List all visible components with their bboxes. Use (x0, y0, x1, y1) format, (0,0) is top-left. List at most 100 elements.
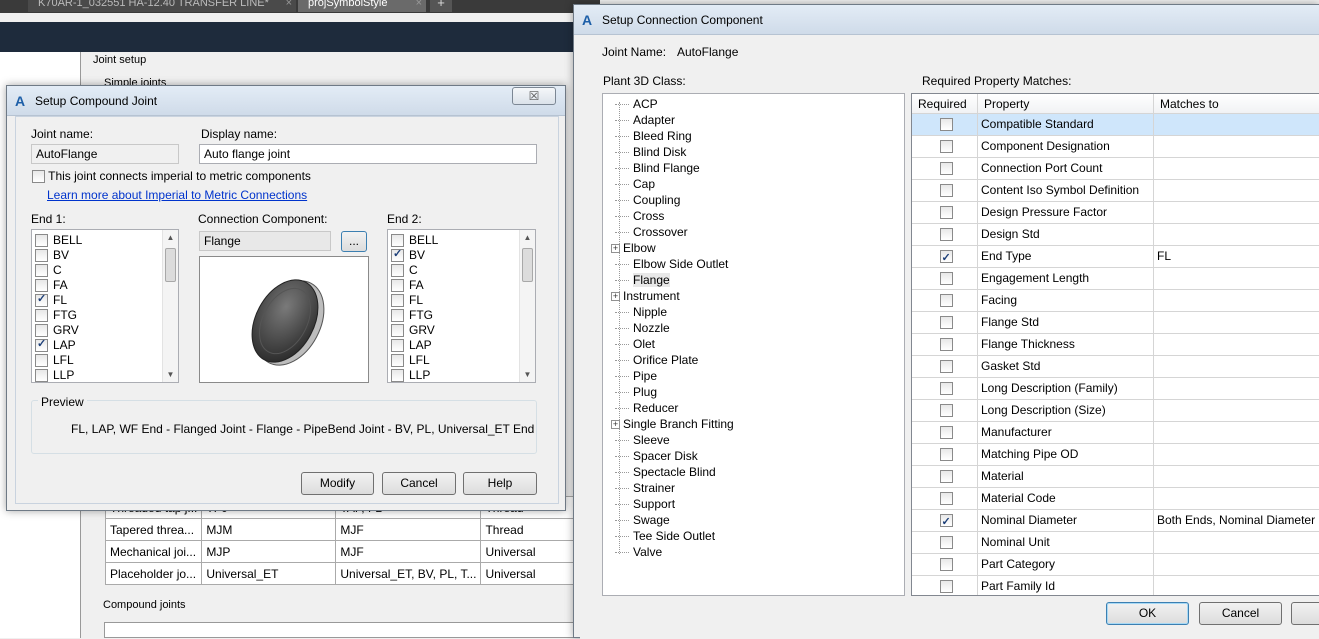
item-checkbox[interactable] (35, 249, 48, 263)
table-row[interactable]: Connection Port Count (912, 158, 1319, 180)
item-checkbox[interactable] (391, 247, 404, 263)
list-item[interactable]: C (388, 263, 535, 278)
tree-node[interactable]: Adapter (603, 112, 675, 128)
required-checkbox[interactable] (939, 492, 953, 506)
tree-node[interactable]: Cap (603, 176, 655, 192)
matches-to-cell[interactable] (1154, 268, 1319, 290)
column-header-required[interactable]: Required (912, 94, 978, 114)
end1-listbox[interactable]: BELLBVCFAFLFTGGRVLAPLFLLLP ▲ ▼ (31, 229, 179, 383)
required-checkbox[interactable] (939, 338, 953, 352)
scroll-down-arrow-icon[interactable]: ▼ (163, 367, 178, 382)
learn-more-link[interactable]: Learn more about Imperial to Metric Conn… (47, 188, 307, 202)
required-checkbox[interactable] (939, 382, 953, 396)
required-cell[interactable] (912, 158, 978, 180)
required-cell[interactable] (912, 510, 978, 532)
tree-node[interactable]: Orifice Plate (603, 352, 698, 368)
item-checkbox[interactable] (391, 264, 404, 278)
table-row[interactable]: Tapered threa... MJM MJF Thread (104, 518, 575, 541)
expand-plus-icon[interactable]: + (611, 292, 620, 302)
required-cell[interactable] (912, 576, 978, 595)
tree-node[interactable]: Strainer (603, 480, 675, 496)
tab-projsymbolstyle[interactable]: projSymbolStyle × (298, 0, 426, 12)
required-cell[interactable] (912, 444, 978, 466)
table-row[interactable]: Content Iso Symbol Definition (912, 180, 1319, 202)
item-checkbox[interactable] (391, 369, 404, 382)
tree-node[interactable]: + Elbow (603, 240, 656, 256)
matches-to-cell[interactable] (1154, 466, 1319, 488)
list-item[interactable]: LLP (32, 368, 178, 382)
tree-node[interactable]: Cross (603, 208, 664, 224)
tree-node[interactable]: Support (603, 496, 675, 512)
required-checkbox[interactable] (939, 140, 953, 154)
item-checkbox[interactable] (35, 324, 48, 338)
scroll-thumb[interactable] (522, 248, 533, 282)
tab-transfer-line-drawing[interactable]: K70AR-1_032551 HA-12.40 TRANSFER LINE* × (28, 0, 296, 12)
scroll-up-arrow-icon[interactable]: ▲ (520, 230, 535, 245)
list-item[interactable]: FL (32, 292, 178, 308)
matches-to-cell[interactable] (1154, 488, 1319, 510)
tree-node[interactable]: Elbow Side Outlet (603, 256, 728, 272)
table-row[interactable]: Design Pressure Factor (912, 202, 1319, 224)
tree-node[interactable]: + Instrument (603, 288, 680, 304)
list-item[interactable]: GRV (32, 323, 178, 338)
item-checkbox[interactable] (35, 337, 48, 353)
scroll-up-arrow-icon[interactable]: ▲ (163, 230, 178, 245)
item-checkbox[interactable] (391, 294, 404, 308)
required-checkbox[interactable] (939, 294, 953, 308)
item-checkbox[interactable] (35, 369, 48, 382)
list-item[interactable]: LAP (32, 337, 178, 353)
table-row[interactable]: Material (912, 466, 1319, 488)
required-cell[interactable] (912, 202, 978, 224)
required-checkbox[interactable] (939, 404, 953, 418)
table-row[interactable]: Design Std (912, 224, 1319, 246)
tree-node[interactable]: Flange (603, 272, 670, 288)
required-cell[interactable] (912, 268, 978, 290)
browse-connection-button[interactable]: ... (341, 231, 367, 252)
table-row[interactable]: Long Description (Family) (912, 378, 1319, 400)
table-row[interactable]: Part Family Id (912, 576, 1319, 595)
matches-to-cell[interactable] (1154, 312, 1319, 334)
required-cell[interactable] (912, 400, 978, 422)
close-icon[interactable]: × (416, 0, 422, 10)
expand-plus-icon[interactable]: + (611, 420, 620, 430)
required-checkbox[interactable] (939, 536, 953, 550)
table-row[interactable]: Compatible Standard (912, 114, 1319, 136)
new-tab-button[interactable]: + (430, 0, 452, 12)
table-row[interactable]: Manufacturer (912, 422, 1319, 444)
required-cell[interactable] (912, 532, 978, 554)
tree-node[interactable]: Swage (603, 512, 670, 528)
item-checkbox[interactable] (35, 234, 48, 248)
table-row[interactable]: Mechanical joi... MJP MJF Universal (104, 540, 575, 563)
tree-node[interactable]: Reducer (603, 400, 678, 416)
matches-to-cell[interactable] (1154, 554, 1319, 576)
required-checkbox[interactable] (939, 162, 953, 176)
matches-to-cell[interactable] (1154, 136, 1319, 158)
table-row[interactable]: Part Category (912, 554, 1319, 576)
list-item[interactable]: FA (32, 278, 178, 293)
table-row[interactable]: Nominal Unit (912, 532, 1319, 554)
list-item[interactable]: BELL (32, 233, 178, 248)
required-cell[interactable] (912, 246, 978, 268)
matches-to-cell[interactable] (1154, 158, 1319, 180)
tree-node[interactable]: Sleeve (603, 432, 670, 448)
required-checkbox[interactable] (939, 184, 953, 198)
required-cell[interactable] (912, 290, 978, 312)
list-item[interactable]: LLP (388, 368, 535, 382)
matches-to-cell[interactable] (1154, 422, 1319, 444)
table-row[interactable]: Flange Std (912, 312, 1319, 334)
required-checkbox[interactable] (939, 558, 953, 572)
item-checkbox[interactable] (391, 234, 404, 248)
matches-to-cell[interactable] (1154, 576, 1319, 595)
tree-node[interactable]: Valve (603, 544, 662, 560)
required-cell[interactable] (912, 378, 978, 400)
matches-to-cell[interactable] (1154, 180, 1319, 202)
required-cell[interactable] (912, 356, 978, 378)
end1-scrollbar[interactable]: ▲ ▼ (162, 230, 178, 382)
item-checkbox[interactable] (35, 264, 48, 278)
list-item[interactable]: LFL (32, 353, 178, 368)
scroll-thumb[interactable] (165, 248, 176, 282)
required-checkbox[interactable] (939, 248, 953, 267)
required-checkbox[interactable] (939, 426, 953, 440)
list-item[interactable]: FTG (32, 308, 178, 323)
tree-node[interactable]: Tee Side Outlet (603, 528, 715, 544)
